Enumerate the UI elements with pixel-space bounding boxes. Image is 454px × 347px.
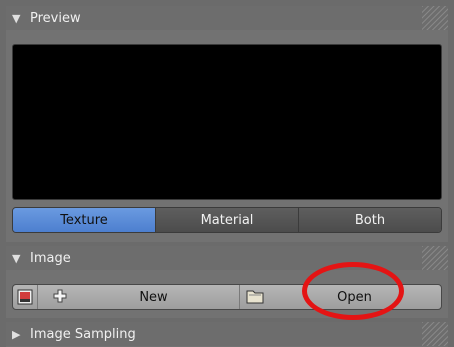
preview-canvas: [12, 44, 442, 200]
tab-both[interactable]: Both: [299, 208, 441, 232]
folder-icon: [246, 290, 264, 304]
tab-material[interactable]: Material: [156, 208, 299, 232]
image-sampling-panel: ▶ Image Sampling: [6, 322, 448, 347]
image-sampling-header-label: Image Sampling: [30, 326, 136, 342]
image-sampling-panel-header[interactable]: ▶ Image Sampling: [6, 322, 448, 346]
open-image-button[interactable]: Open: [240, 285, 441, 309]
new-image-label: New: [139, 289, 168, 305]
image-panel-header[interactable]: ▼ Image: [6, 246, 448, 270]
open-image-label: Open: [337, 289, 372, 305]
drag-grip-icon[interactable]: [422, 246, 448, 270]
preview-panel-header[interactable]: ▼ Preview: [6, 6, 448, 30]
new-image-button[interactable]: New: [38, 285, 240, 309]
browse-image-button[interactable]: [13, 285, 38, 309]
triangle-down-icon: ▼: [12, 251, 21, 265]
tab-texture[interactable]: Texture: [13, 208, 156, 232]
image-header-label: Image: [30, 250, 71, 266]
preview-mode-tabs: Texture Material Both: [12, 207, 442, 233]
preview-header-label: Preview: [30, 10, 81, 26]
preview-panel: ▼ Preview Texture Material Both: [6, 6, 448, 242]
image-controls-row: New Open: [12, 284, 442, 310]
drag-grip-icon[interactable]: [422, 322, 448, 346]
triangle-right-icon: ▶: [12, 327, 21, 341]
triangle-down-icon: ▼: [12, 11, 21, 25]
drag-grip-icon[interactable]: [422, 6, 448, 30]
plus-icon: [53, 289, 67, 303]
image-browse-icon: [17, 289, 33, 305]
image-panel: ▼ Image New Open: [6, 246, 448, 318]
